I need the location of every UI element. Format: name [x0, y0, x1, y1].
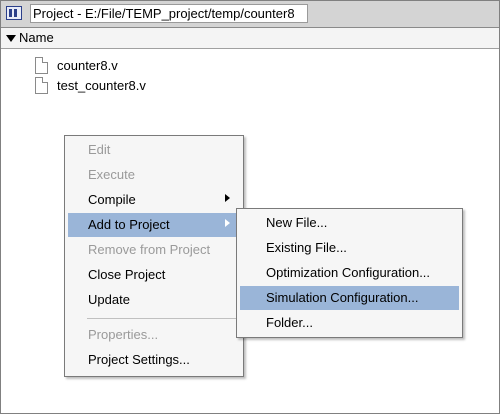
submenu-item-folder[interactable]: Folder... — [240, 311, 459, 335]
menu-item-add-to-project[interactable]: Add to Project — [68, 213, 240, 237]
menu-item-properties[interactable]: Properties... — [68, 323, 240, 347]
project-icon — [6, 6, 22, 20]
menu-item-project-settings[interactable]: Project Settings... — [68, 348, 240, 372]
menu-item-remove-from-project[interactable]: Remove from Project — [68, 238, 240, 262]
add-to-project-submenu: New File... Existing File... Optimizatio… — [236, 208, 463, 338]
submenu-arrow-icon — [225, 194, 230, 202]
submenu-item-optimization-configuration[interactable]: Optimization Configuration... — [240, 261, 459, 285]
menu-item-add-to-project-label: Add to Project — [88, 217, 170, 232]
file-name: test_counter8.v — [57, 78, 146, 93]
submenu-item-existing-file[interactable]: Existing File... — [240, 236, 459, 260]
menu-separator — [87, 318, 239, 319]
column-header[interactable]: Name — [1, 28, 499, 49]
title-bar: Project - E:/File/TEMP_project/temp/coun… — [1, 1, 499, 28]
context-menu: Edit Execute Compile Add to Project Remo… — [64, 135, 244, 377]
submenu-item-new-file[interactable]: New File... — [240, 211, 459, 235]
file-icon — [35, 57, 48, 74]
window-title: Project - E:/File/TEMP_project/temp/coun… — [30, 4, 308, 23]
file-name: counter8.v — [57, 58, 118, 73]
submenu-item-simulation-configuration[interactable]: Simulation Configuration... — [240, 286, 459, 310]
menu-item-close-project[interactable]: Close Project — [68, 263, 240, 287]
submenu-arrow-icon — [225, 219, 230, 227]
menu-item-update[interactable]: Update — [68, 288, 240, 312]
file-icon — [35, 77, 48, 94]
menu-item-execute[interactable]: Execute — [68, 163, 240, 187]
menu-item-edit[interactable]: Edit — [68, 138, 240, 162]
menu-item-compile[interactable]: Compile — [68, 188, 240, 212]
menu-item-compile-label: Compile — [88, 192, 136, 207]
sort-down-icon[interactable] — [6, 35, 16, 42]
name-column-label: Name — [19, 30, 54, 45]
